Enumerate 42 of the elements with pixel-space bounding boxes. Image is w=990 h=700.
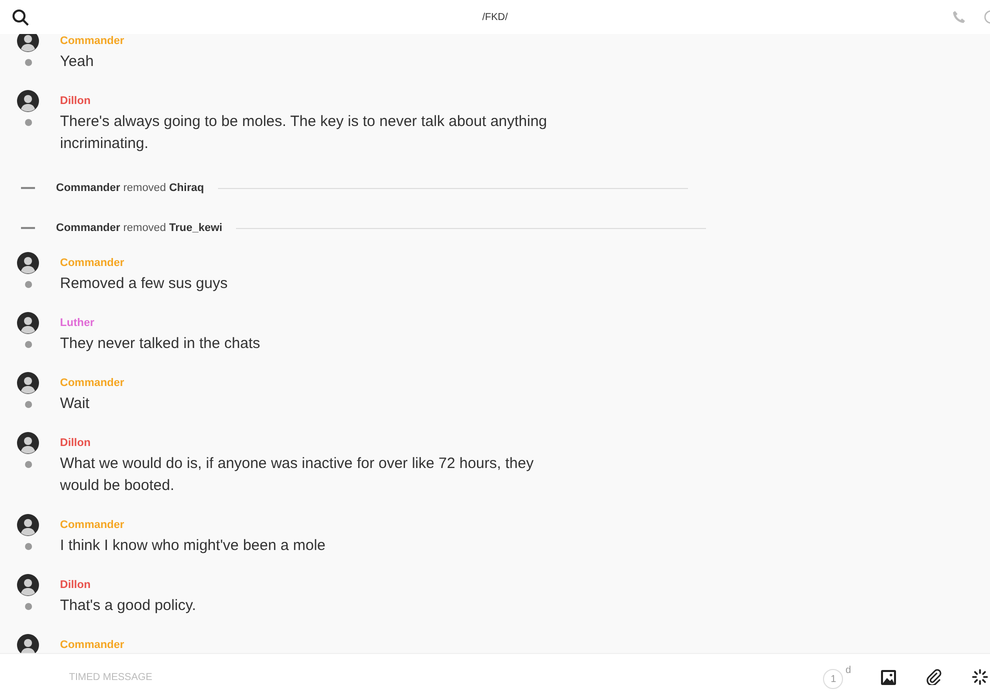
author-name: Luther <box>60 316 96 330</box>
author-name: Commander <box>60 256 126 270</box>
spinner-icon[interactable] <box>972 669 988 685</box>
avatar-icon <box>17 252 39 274</box>
message-input[interactable]: TIMED MESSAGE <box>67 670 671 684</box>
message-text: They never talked in the chats <box>60 334 260 354</box>
status-dot <box>24 603 32 610</box>
author-name: Commander <box>60 376 124 390</box>
author-name: Commander <box>60 638 124 652</box>
search-icon[interactable] <box>12 8 29 26</box>
message-text: That's a good policy. <box>60 596 196 616</box>
avatar-icon <box>17 372 39 394</box>
message-text: Removed a few sus guys <box>60 274 228 294</box>
message-text: There's always going to be moles. The key is to never talk about anything incriminating. <box>60 112 548 154</box>
avatar-icon <box>17 514 39 536</box>
status-dot <box>24 543 32 550</box>
author-name: Dillon <box>60 436 92 450</box>
avatar-icon <box>17 574 39 596</box>
status-dot <box>24 341 32 348</box>
event-text: Commander removed True_kewi <box>56 222 222 234</box>
status-dot <box>24 461 32 468</box>
message-text: I think I know who might've been a mole <box>60 536 326 556</box>
author-name: Commander <box>60 518 126 532</box>
message-text: Wait <box>60 394 90 414</box>
status-dot <box>24 59 32 66</box>
message-text: Yeah <box>60 52 95 72</box>
event-dash <box>21 227 35 229</box>
author-name: Dillon <box>60 578 92 592</box>
author-name: Dillon <box>60 94 92 108</box>
message-text: What we would do is, if anyone was inactive for over like 72 hours, they would be booted. <box>60 454 535 496</box>
status-dot <box>24 401 32 408</box>
event-dash <box>21 187 35 189</box>
avatar-icon <box>17 312 39 334</box>
author-name: Commander <box>60 34 124 48</box>
avatar-icon <box>17 432 39 454</box>
chat-title: /FKD/ <box>482 12 508 22</box>
event-text: Commander removed Chiraq <box>56 182 204 194</box>
status-dot <box>24 281 32 288</box>
paperclip-icon[interactable] <box>926 669 942 685</box>
image-icon[interactable] <box>881 670 896 684</box>
status-dot <box>24 119 32 126</box>
avatar-icon <box>17 90 39 112</box>
